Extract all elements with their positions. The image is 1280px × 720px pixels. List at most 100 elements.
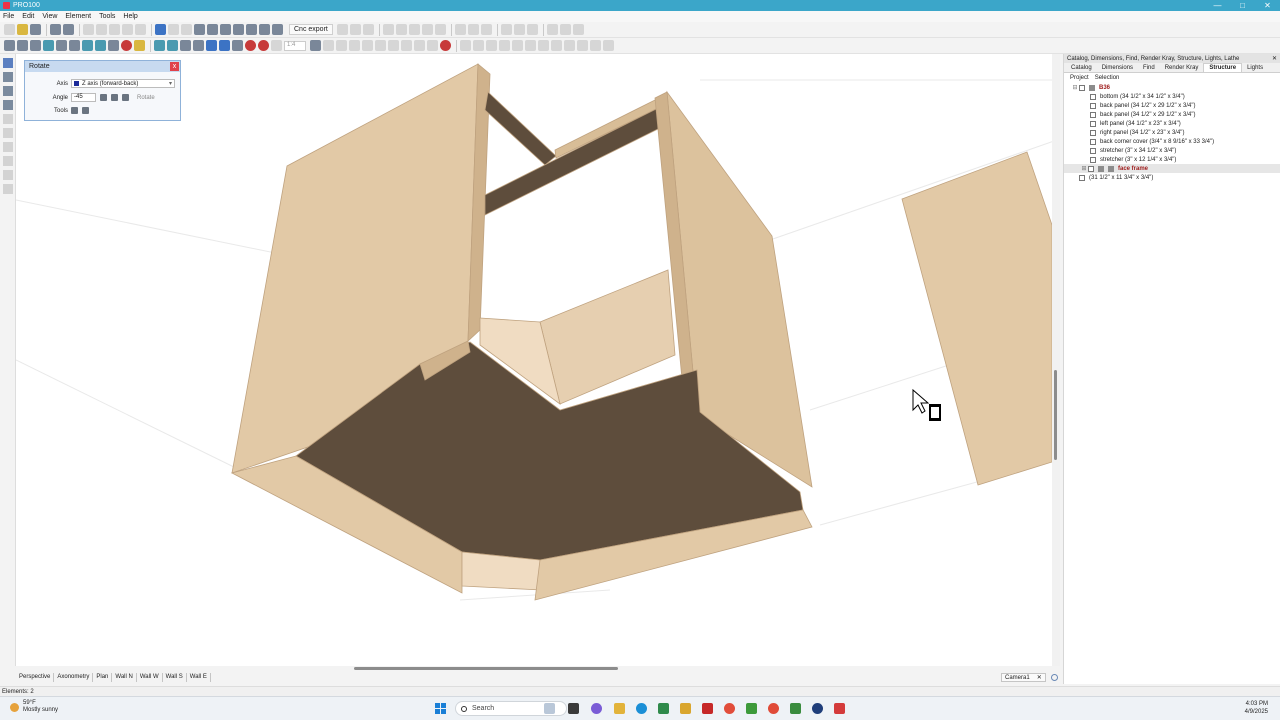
tree-item[interactable]: back panel (34 1/2" x 29 1/2" x 3/4")	[1064, 110, 1280, 119]
chrome-icon[interactable]	[768, 703, 779, 714]
app-icon[interactable]	[658, 703, 669, 714]
tab-catalog[interactable]: Catalog	[1066, 64, 1097, 72]
tree-checkbox[interactable]	[1079, 174, 1085, 181]
view-top-icon[interactable]	[30, 40, 41, 51]
mirror-icon[interactable]	[480, 24, 492, 35]
menu-tools[interactable]: Tools	[99, 13, 115, 20]
open-folder-icon[interactable]	[17, 24, 28, 35]
zoom-scale-field[interactable]: 1:4	[284, 40, 306, 51]
stop-icon[interactable]	[258, 40, 269, 51]
save-icon[interactable]	[30, 24, 41, 35]
zoom-all-icon[interactable]	[233, 24, 244, 35]
arrange-icon[interactable]	[525, 40, 536, 51]
arrange-icon[interactable]	[590, 40, 601, 51]
dimension-icon[interactable]	[167, 40, 178, 51]
window-icon[interactable]	[207, 24, 218, 35]
distribute-icon[interactable]	[434, 24, 446, 35]
tree-item[interactable]: stretcher (3" x 12 1/4" x 3/4")	[1064, 155, 1280, 164]
tab-wall-e[interactable]: Wall E	[187, 673, 211, 682]
snap-icon[interactable]	[572, 24, 584, 35]
rotate-dialog-close-button[interactable]: x	[170, 62, 179, 71]
tool-icon[interactable]	[3, 128, 13, 138]
loose-panel[interactable]	[901, 151, 1053, 486]
pro100-icon[interactable]	[834, 703, 845, 714]
minimize-button[interactable]: —	[1205, 0, 1230, 11]
arrange-icon[interactable]	[603, 40, 614, 51]
chrome-icon[interactable]	[724, 703, 735, 714]
menu-help[interactable]: Help	[123, 13, 137, 20]
expand-icon[interactable]: ⊞	[1081, 165, 1087, 172]
app-icon[interactable]	[746, 703, 757, 714]
tree-checkbox[interactable]	[1090, 138, 1096, 145]
align-icon[interactable]	[362, 24, 374, 35]
align-icon[interactable]	[349, 24, 361, 35]
close-icon[interactable]: ✕	[1272, 55, 1277, 62]
move-icon[interactable]	[349, 40, 360, 51]
tree-checkbox[interactable]	[1088, 165, 1094, 172]
move-icon[interactable]	[414, 40, 425, 51]
distribute-icon[interactable]	[408, 24, 420, 35]
close-window-button[interactable]: ✕	[1255, 0, 1280, 11]
grid-snap-icon[interactable]	[310, 40, 321, 51]
camera-tab[interactable]: Camera1 ✕	[1001, 673, 1046, 682]
arrange-icon[interactable]	[486, 40, 497, 51]
menu-view[interactable]: View	[42, 13, 57, 20]
view-side-icon[interactable]	[17, 40, 28, 51]
wireframe-icon[interactable]	[56, 40, 67, 51]
tab-structure[interactable]: Structure	[1203, 63, 1243, 72]
weather-widget[interactable]: 59°F Mostly sunny	[10, 700, 58, 714]
move-icon[interactable]	[401, 40, 412, 51]
app-icon[interactable]	[680, 703, 691, 714]
pencil-icon[interactable]	[3, 100, 13, 110]
globe-icon[interactable]	[155, 24, 166, 35]
menu-element[interactable]: Element	[65, 13, 91, 20]
view-3d-icon[interactable]	[43, 40, 54, 51]
tool-icon[interactable]	[3, 170, 13, 180]
arrange-icon[interactable]	[551, 40, 562, 51]
table-icon[interactable]	[180, 40, 191, 51]
tab-plan[interactable]: Plan	[93, 673, 113, 682]
mirror-icon[interactable]	[467, 24, 479, 35]
tree-item[interactable]: left panel (34 1/2" x 23" x 3/4")	[1064, 119, 1280, 128]
align-icon[interactable]	[336, 24, 348, 35]
angle-tool-icon[interactable]	[100, 94, 107, 101]
color-icon[interactable]	[121, 40, 132, 51]
tree-group-item[interactable]: ⊞ face frame	[1064, 164, 1280, 173]
scroll-thumb[interactable]	[1054, 370, 1057, 460]
system-clock[interactable]: 4:03 PM 4/9/2025	[1245, 700, 1268, 716]
maximize-button[interactable]: □	[1230, 0, 1255, 11]
tree-root-item[interactable]: ⊟ B36	[1064, 83, 1280, 92]
pin-icon[interactable]	[1051, 674, 1058, 681]
move-icon[interactable]	[336, 40, 347, 51]
rotate-tool-icon[interactable]	[71, 107, 78, 114]
target-icon[interactable]	[219, 40, 230, 51]
axis-select[interactable]: Z axis (forward-back) ▾	[71, 79, 175, 88]
tree-item[interactable]: back panel (34 1/2" x 29 1/2" x 3/4")	[1064, 101, 1280, 110]
pan-icon[interactable]	[3, 72, 13, 82]
stretcher[interactable]	[484, 91, 557, 166]
tree-checkbox[interactable]	[1090, 129, 1096, 136]
orbit-icon[interactable]	[206, 40, 217, 51]
record-icon[interactable]	[440, 40, 451, 51]
shaded-icon[interactable]	[69, 40, 80, 51]
arrange-icon[interactable]	[499, 40, 510, 51]
rotate-dialog-header[interactable]: Rotate x	[25, 61, 180, 72]
snap-icon[interactable]	[546, 24, 558, 35]
tree-checkbox[interactable]	[1090, 102, 1096, 109]
app-icon[interactable]	[790, 703, 801, 714]
rotate-tool-icon[interactable]	[82, 107, 89, 114]
edges-icon[interactable]	[108, 40, 119, 51]
distribute-icon[interactable]	[395, 24, 407, 35]
copilot-icon[interactable]	[544, 703, 555, 714]
edge-icon[interactable]	[636, 703, 647, 714]
tree-checkbox[interactable]	[1090, 156, 1096, 163]
tree-checkbox[interactable]	[1090, 93, 1096, 100]
arrange-icon[interactable]	[473, 40, 484, 51]
move-icon[interactable]	[388, 40, 399, 51]
paste-icon[interactable]	[109, 24, 120, 35]
move-icon[interactable]	[427, 40, 438, 51]
tree-checkbox[interactable]	[1090, 120, 1096, 127]
copy-icon[interactable]	[96, 24, 107, 35]
angle-tool-icon[interactable]	[111, 94, 118, 101]
arrange-icon[interactable]	[577, 40, 588, 51]
